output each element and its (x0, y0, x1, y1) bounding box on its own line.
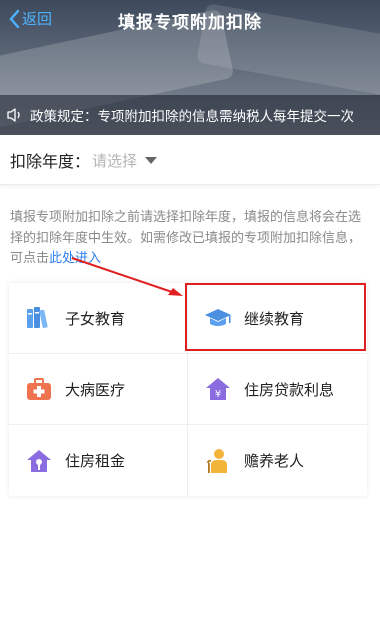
edit-entry-link[interactable]: 此处进入 (49, 251, 101, 266)
house-key-icon (25, 447, 53, 475)
elderly-person-icon (204, 447, 232, 475)
category-label: 大病医疗 (65, 380, 126, 399)
category-supporting-elderly[interactable]: 赡养老人 (188, 425, 367, 496)
category-housing-loan-interest[interactable]: ¥ 住房贷款利息 (188, 354, 367, 425)
category-label: 子女教育 (65, 309, 126, 328)
svg-text:¥: ¥ (215, 389, 221, 400)
category-label: 赡养老人 (244, 452, 305, 470)
description: 填报专项附加扣除之前请选择扣除年度，填报的信息将会在选择的扣除年度中生效。如需修… (10, 208, 365, 270)
category-label: 继续教育 (244, 309, 305, 328)
page-title: 填报专项附加扣除 (118, 12, 262, 33)
category-housing-rent[interactable]: 住房租金 (9, 425, 188, 496)
category-serious-illness[interactable]: 大病医疗 (9, 354, 188, 425)
back-button[interactable]: 返回 (8, 8, 52, 29)
house-loan-icon: ¥ (204, 375, 232, 403)
year-placeholder: 请选择 (92, 151, 138, 170)
nav-bar: 返回 填报专项附加扣除 (0, 0, 380, 40)
category-label: 住房租金 (65, 452, 126, 470)
caret-down-icon (145, 156, 158, 164)
category-children-education[interactable]: 子女教育 (9, 283, 188, 354)
speaker-icon (6, 107, 24, 123)
category-label: 住房贷款利息 (244, 380, 335, 399)
deduction-year-row: 扣除年度： 请选择 (0, 136, 380, 185)
medical-kit-icon (25, 375, 53, 403)
books-icon (25, 304, 53, 332)
notice-text: 政策规定：专项附加扣除的信息需纳税人每年提交一次 (30, 109, 354, 125)
graduation-cap-icon (204, 304, 232, 332)
year-label: 扣除年度： (10, 152, 91, 171)
policy-notice: 政策规定：专项附加扣除的信息需纳税人每年提交一次 (0, 95, 380, 135)
deduction-categories-grid: 子女教育 继续教育 大病医疗 ¥ 住房贷款利息 住房租金 赡养老人 (9, 283, 367, 496)
year-select[interactable]: 请选择 (92, 150, 158, 171)
category-continuing-education[interactable]: 继续教育 (188, 283, 367, 354)
chevron-left-icon (9, 9, 20, 28)
back-label: 返回 (22, 10, 53, 28)
